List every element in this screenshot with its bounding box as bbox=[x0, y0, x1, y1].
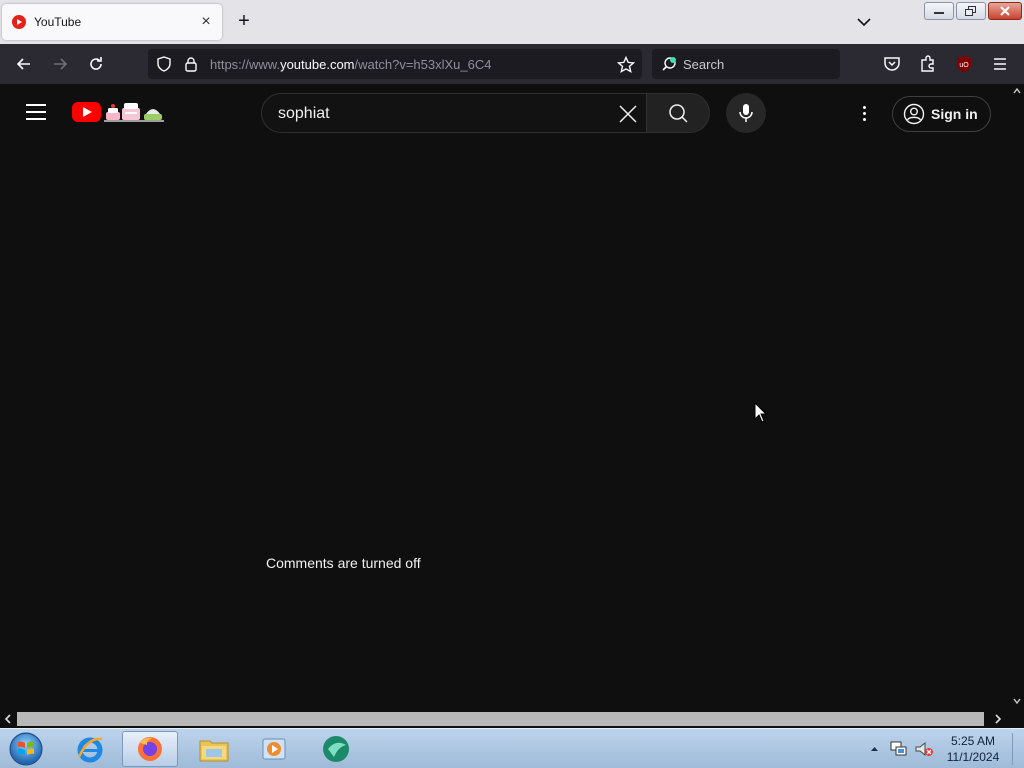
taskbar-file-explorer[interactable] bbox=[186, 731, 242, 767]
horizontal-scrollbar[interactable] bbox=[0, 710, 1010, 728]
reload-icon[interactable] bbox=[86, 54, 106, 74]
minimize-button[interactable] bbox=[924, 2, 954, 20]
browser-tab-strip: YouTube × + bbox=[0, 0, 1024, 44]
new-tab-button[interactable]: + bbox=[234, 11, 254, 32]
app-icon bbox=[323, 736, 349, 762]
youtube-search-query: sophiat bbox=[278, 105, 330, 122]
mouse-cursor-icon bbox=[754, 402, 768, 423]
menu-icon[interactable] bbox=[990, 54, 1010, 74]
scroll-right-arrow-icon[interactable] bbox=[995, 714, 1002, 724]
comments-status-text: Comments are turned off bbox=[266, 555, 421, 571]
tab-youtube[interactable]: YouTube × bbox=[2, 4, 222, 40]
browser-navigation-bar: https://www.youtube.com/watch?v=h53xlXu_… bbox=[0, 44, 1024, 106]
file-explorer-icon bbox=[199, 740, 229, 762]
scroll-down-arrow-icon[interactable] bbox=[1013, 698, 1021, 704]
restore-button[interactable] bbox=[956, 2, 986, 20]
svg-text:uO: uO bbox=[959, 62, 969, 69]
taskbar-app[interactable] bbox=[308, 731, 364, 767]
firefox-icon bbox=[138, 737, 162, 761]
vertical-scrollbar[interactable] bbox=[1010, 84, 1024, 710]
search-icon bbox=[662, 57, 676, 71]
scroll-left-arrow-icon[interactable] bbox=[4, 714, 11, 724]
tab-title: YouTube bbox=[34, 15, 82, 29]
system-clock[interactable]: 5:25 AM 11/1/2024 bbox=[942, 733, 1004, 765]
extensions-icon[interactable] bbox=[918, 54, 938, 74]
url-path: /watch?v=h53xlXu_6C4 bbox=[354, 57, 492, 72]
youtube-search-button[interactable] bbox=[646, 93, 710, 133]
scrollbar-corner bbox=[1010, 710, 1024, 728]
browser-search-placeholder: Search bbox=[683, 57, 725, 72]
taskbar-internet-explorer[interactable] bbox=[62, 731, 118, 767]
network-icon[interactable] bbox=[890, 741, 908, 757]
account-icon bbox=[903, 103, 925, 125]
show-desktop-button[interactable] bbox=[1012, 733, 1020, 765]
bookmark-star-icon[interactable] bbox=[617, 56, 635, 74]
url-prefix: https://www. bbox=[210, 57, 281, 72]
back-arrow-icon[interactable] bbox=[14, 54, 34, 74]
microphone-icon bbox=[739, 104, 753, 122]
ublock-icon[interactable]: uO bbox=[954, 54, 974, 74]
media-player-icon bbox=[262, 738, 286, 760]
youtube-search-input[interactable]: sophiat bbox=[261, 93, 647, 133]
sign-in-button[interactable]: Sign in bbox=[892, 96, 991, 132]
clock-date: 11/1/2024 bbox=[946, 750, 1000, 764]
pocket-icon[interactable] bbox=[882, 54, 902, 74]
tray-arrow-icon[interactable] bbox=[870, 745, 879, 752]
close-window-button[interactable] bbox=[988, 2, 1022, 20]
taskbar-media-player[interactable] bbox=[246, 731, 302, 767]
internet-explorer-icon bbox=[77, 737, 103, 763]
taskbar-firefox[interactable] bbox=[122, 731, 178, 767]
more-vert-icon[interactable] bbox=[852, 101, 876, 125]
tab-close-button[interactable]: × bbox=[196, 12, 216, 32]
volume-muted-icon[interactable] bbox=[914, 741, 934, 757]
scroll-up-arrow-icon[interactable] bbox=[1013, 88, 1021, 94]
youtube-logo-icon[interactable] bbox=[72, 102, 101, 122]
sign-in-label: Sign in bbox=[931, 106, 978, 122]
list-all-tabs-button[interactable] bbox=[854, 12, 874, 32]
windows-taskbar: 5:25 AM 11/1/2024 bbox=[0, 728, 1024, 768]
horizontal-scroll-thumb[interactable] bbox=[17, 712, 984, 726]
address-bar[interactable]: https://www.youtube.com/watch?v=h53xlXu_… bbox=[148, 49, 642, 79]
youtube-favicon-icon bbox=[12, 15, 26, 29]
youtube-masthead: sophiat Sign in bbox=[0, 84, 1010, 142]
hamburger-icon[interactable] bbox=[26, 104, 46, 120]
voice-search-button[interactable] bbox=[726, 93, 766, 133]
window-controls bbox=[924, 2, 1022, 20]
youtube-doodle-cakes-icon[interactable] bbox=[104, 100, 164, 124]
shield-icon[interactable] bbox=[156, 56, 172, 72]
forward-arrow-icon[interactable] bbox=[50, 54, 70, 74]
search-icon bbox=[669, 104, 688, 123]
clear-icon[interactable] bbox=[616, 102, 640, 126]
lock-icon[interactable] bbox=[184, 56, 198, 72]
url-text[interactable]: https://www.youtube.com/watch?v=h53xlXu_… bbox=[210, 57, 491, 72]
clock-time: 5:25 AM bbox=[950, 734, 996, 748]
url-host: youtube.com bbox=[280, 57, 355, 72]
windows-start-icon[interactable] bbox=[6, 731, 46, 767]
browser-search-box[interactable]: Search bbox=[652, 49, 840, 79]
